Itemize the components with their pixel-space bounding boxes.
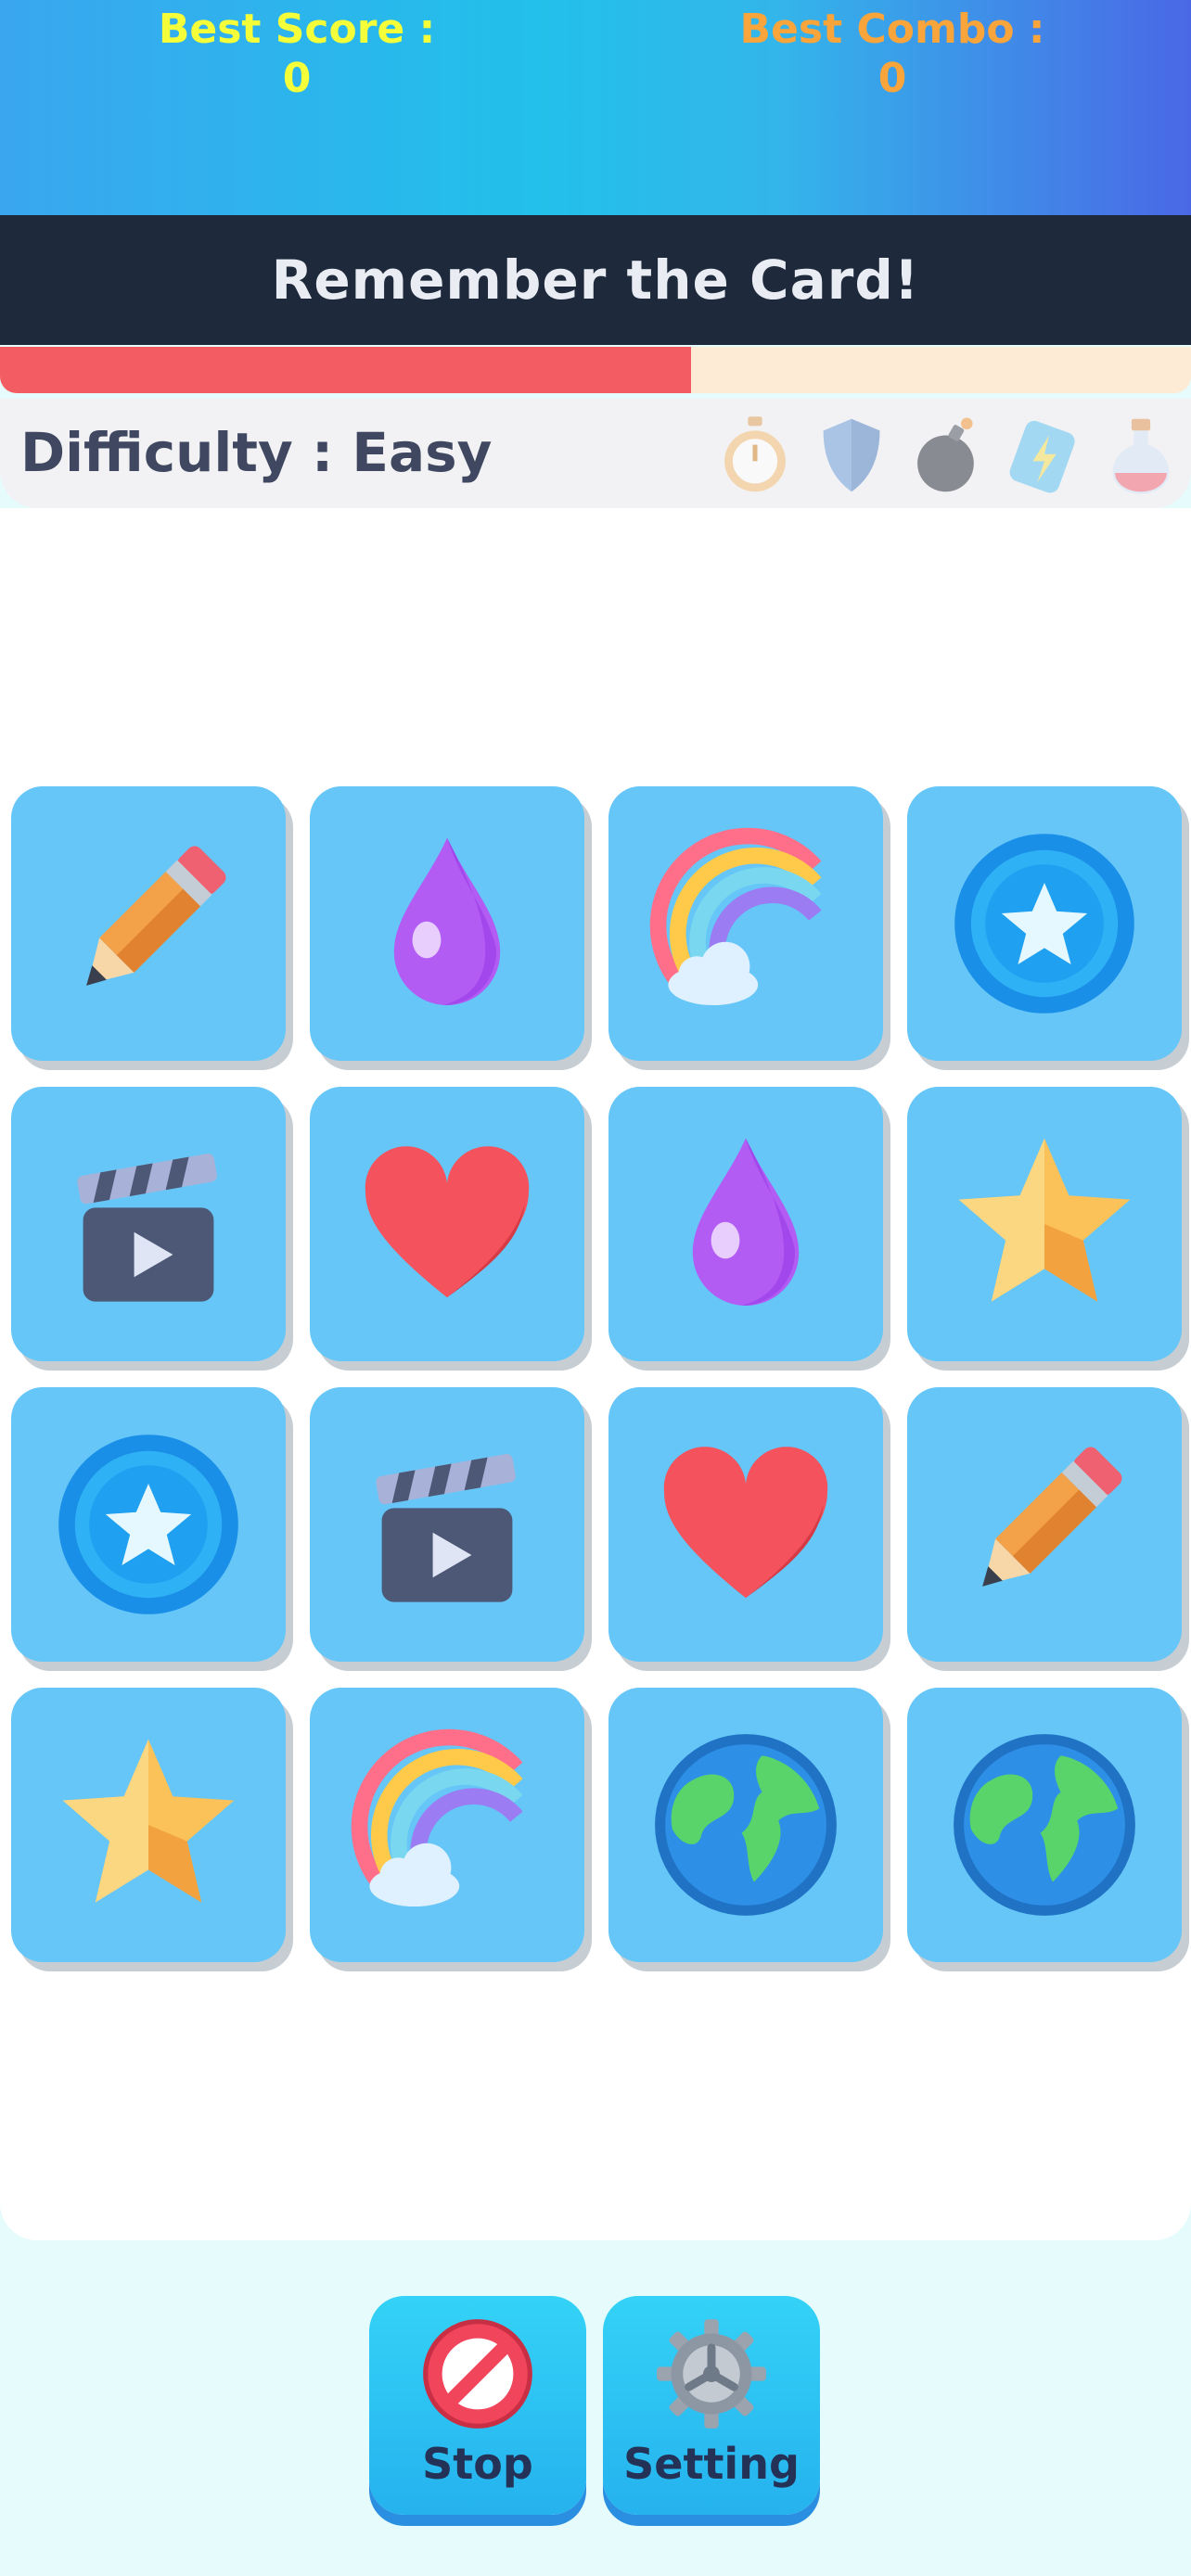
card-r3-c3[interactable] [608, 1387, 883, 1662]
difficulty-bar: Difficulty : Easy [0, 399, 1191, 508]
best-score-label: Best Score : [158, 6, 436, 53]
card-r1-c1[interactable] [11, 786, 286, 1061]
heart-icon [644, 1422, 848, 1626]
best-combo: Best Combo : 0 [698, 4, 1087, 102]
card-r4-c4[interactable] [907, 1688, 1182, 1962]
heart-icon [345, 1122, 549, 1326]
best-score-value: 0 [282, 55, 312, 102]
star-icon [46, 1723, 250, 1927]
best-score: Best Score : 0 [102, 4, 492, 102]
card-r2-c3[interactable] [608, 1087, 883, 1361]
stop-button-label: Stop [422, 2439, 533, 2489]
card-r4-c3[interactable] [608, 1688, 883, 1962]
card-r3-c2[interactable] [310, 1387, 584, 1662]
lightning-card-icon[interactable] [1009, 414, 1080, 497]
shield-icon[interactable] [816, 414, 887, 497]
card-r2-c2[interactable] [310, 1087, 584, 1361]
card-r3-c1[interactable] [11, 1387, 286, 1662]
star-icon [942, 1122, 1146, 1326]
star-coin-icon [942, 822, 1146, 1026]
instruction-banner: Remember the Card! [0, 215, 1191, 345]
card-r4-c1[interactable] [11, 1688, 286, 1962]
card-r4-c2[interactable] [310, 1688, 584, 1962]
setting-button-label: Setting [623, 2439, 800, 2489]
stopwatch-icon[interactable] [720, 414, 790, 497]
rainbow-icon [644, 822, 848, 1026]
clapper-icon [46, 1122, 250, 1326]
card-r1-c4[interactable] [907, 786, 1182, 1061]
best-combo-label: Best Combo : [739, 6, 1045, 53]
clapper-icon [345, 1422, 549, 1626]
timer-bar [0, 347, 1191, 393]
header: Best Score : 0 Best Combo : 0 [0, 0, 1191, 215]
drop-icon [345, 822, 549, 1026]
timer-fill [0, 347, 691, 393]
stop-icon [423, 2319, 532, 2429]
gear-icon [657, 2319, 766, 2429]
potion-icon[interactable] [1106, 414, 1176, 497]
card-r2-c1[interactable] [11, 1087, 286, 1361]
board-area [0, 508, 1191, 2240]
pencil-icon [46, 822, 250, 1026]
powerup-tray [720, 414, 1176, 497]
card-r2-c4[interactable] [907, 1087, 1182, 1361]
pencil-icon [942, 1422, 1146, 1626]
card-r1-c2[interactable] [310, 786, 584, 1061]
difficulty-label: Difficulty : Easy [20, 421, 493, 484]
bomb-icon[interactable] [913, 414, 983, 497]
rainbow-icon [345, 1723, 549, 1927]
earth-icon [942, 1723, 1146, 1927]
best-combo-value: 0 [877, 55, 907, 102]
drop-icon [644, 1122, 848, 1326]
star-coin-icon [46, 1422, 250, 1626]
setting-button[interactable]: Setting [603, 2296, 820, 2515]
card-r3-c4[interactable] [907, 1387, 1182, 1662]
stop-button[interactable]: Stop [369, 2296, 586, 2515]
earth-icon [644, 1723, 848, 1927]
card-r1-c3[interactable] [608, 786, 883, 1061]
